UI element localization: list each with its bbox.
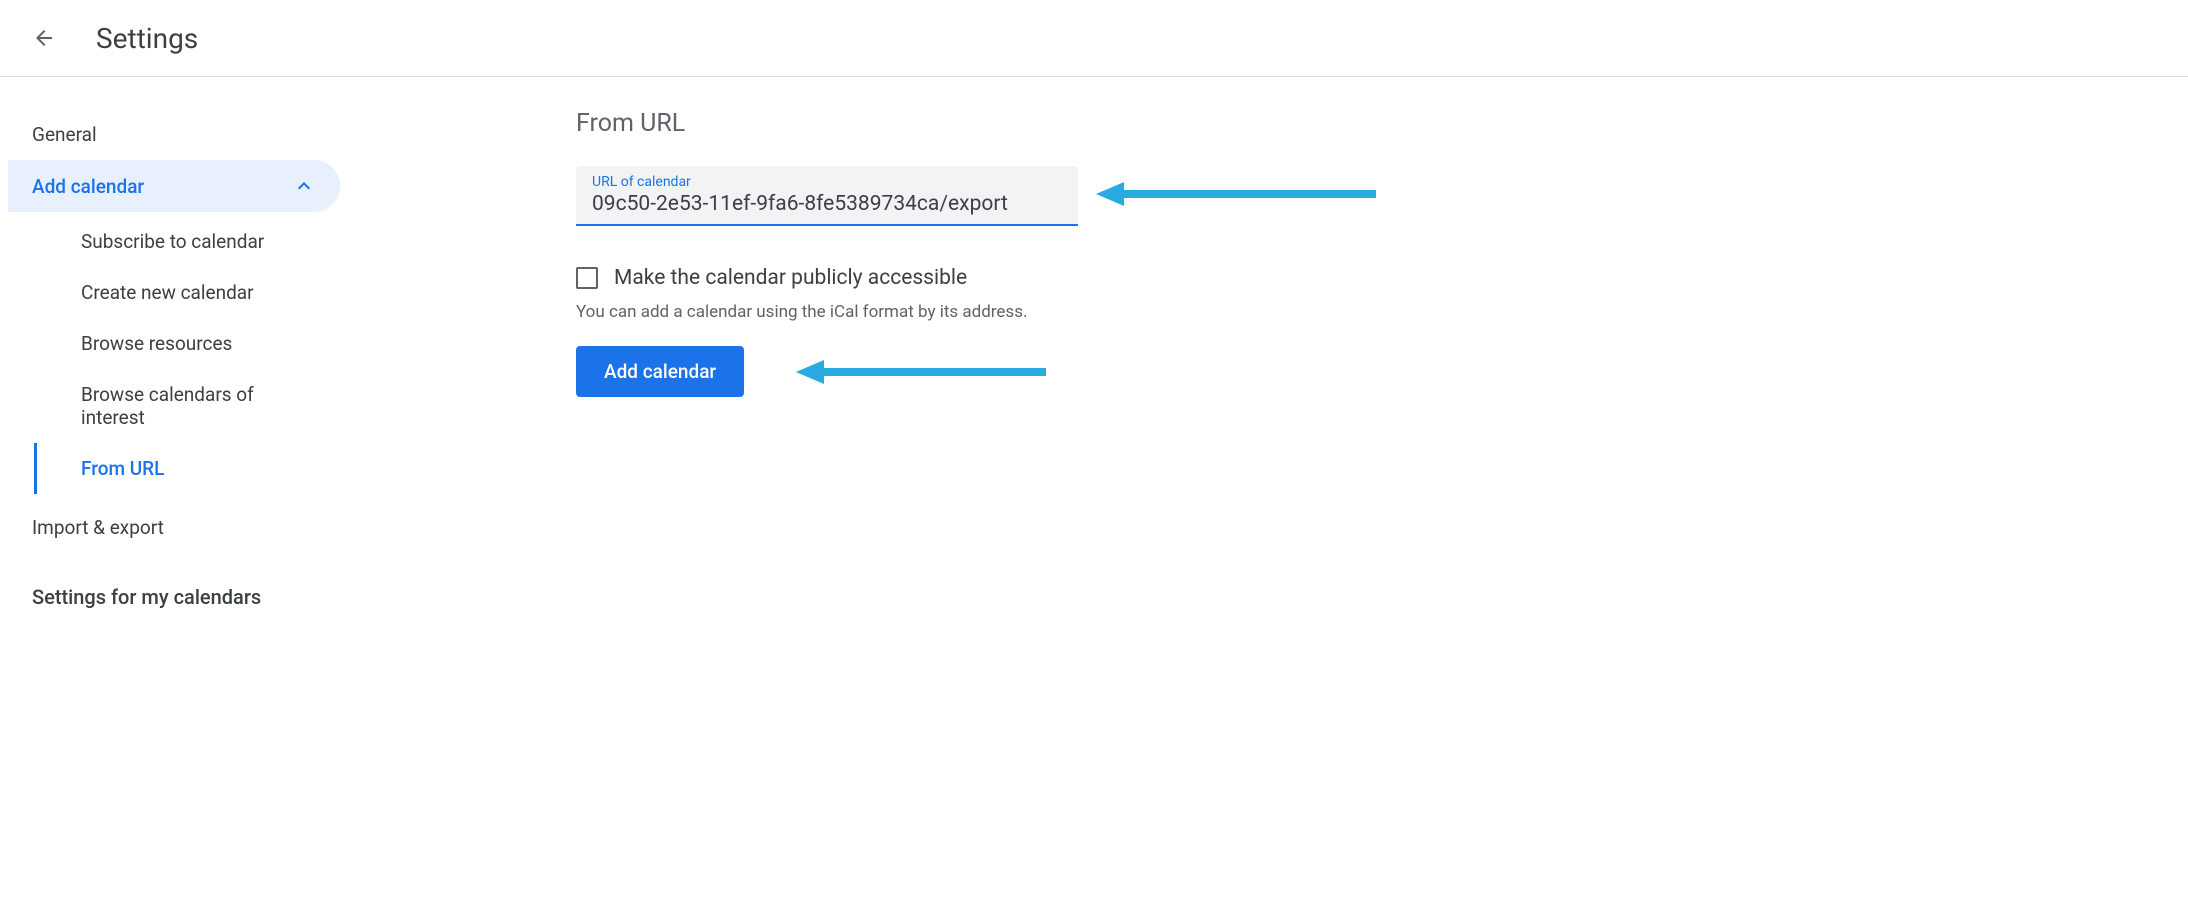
url-input-wrapper: URL of calendar xyxy=(576,166,1078,226)
public-checkbox[interactable] xyxy=(576,267,598,289)
nav-add-calendar-label: Add calendar xyxy=(32,175,144,198)
nav-import-export[interactable]: Import & export xyxy=(8,502,340,553)
header: Settings xyxy=(0,0,2188,77)
arrow-left-icon xyxy=(32,26,56,50)
url-input-container[interactable]: URL of calendar xyxy=(576,166,1078,226)
nav-general[interactable]: General xyxy=(8,109,340,160)
sub-create-new[interactable]: Create new calendar xyxy=(34,267,340,318)
sidebar: General Add calendar Subscribe to calend… xyxy=(0,109,340,623)
sub-subscribe[interactable]: Subscribe to calendar xyxy=(34,216,340,267)
help-text: You can add a calendar using the iCal fo… xyxy=(576,302,2148,322)
nav-general-label: General xyxy=(32,123,97,146)
add-calendar-button[interactable]: Add calendar xyxy=(576,346,744,397)
public-checkbox-label: Make the calendar publicly accessible xyxy=(614,266,967,290)
annotation-arrow-2 xyxy=(796,352,1046,392)
public-checkbox-row: Make the calendar publicly accessible xyxy=(576,266,2148,290)
url-input-label: URL of calendar xyxy=(592,174,1062,190)
nav-add-calendar[interactable]: Add calendar xyxy=(8,160,340,212)
content-container: General Add calendar Subscribe to calend… xyxy=(0,77,2188,623)
annotation-arrow-1 xyxy=(1096,174,1376,214)
url-input[interactable] xyxy=(592,192,1062,216)
main-content: From URL URL of calendar Make the calend… xyxy=(340,109,2188,623)
sub-items: Subscribe to calendar Create new calenda… xyxy=(8,216,340,494)
page-title: Settings xyxy=(96,22,198,55)
main-title: From URL xyxy=(576,109,2148,138)
chevron-up-icon xyxy=(292,174,316,198)
add-button-wrapper: Add calendar xyxy=(576,346,744,397)
sub-from-url[interactable]: From URL xyxy=(34,443,340,494)
section-settings-my-calendars: Settings for my calendars xyxy=(8,553,340,623)
sub-browse-resources[interactable]: Browse resources xyxy=(34,318,340,369)
back-button[interactable] xyxy=(24,18,64,58)
sub-browse-interest[interactable]: Browse calendars of interest xyxy=(34,369,340,443)
nav-import-export-label: Import & export xyxy=(32,516,164,539)
